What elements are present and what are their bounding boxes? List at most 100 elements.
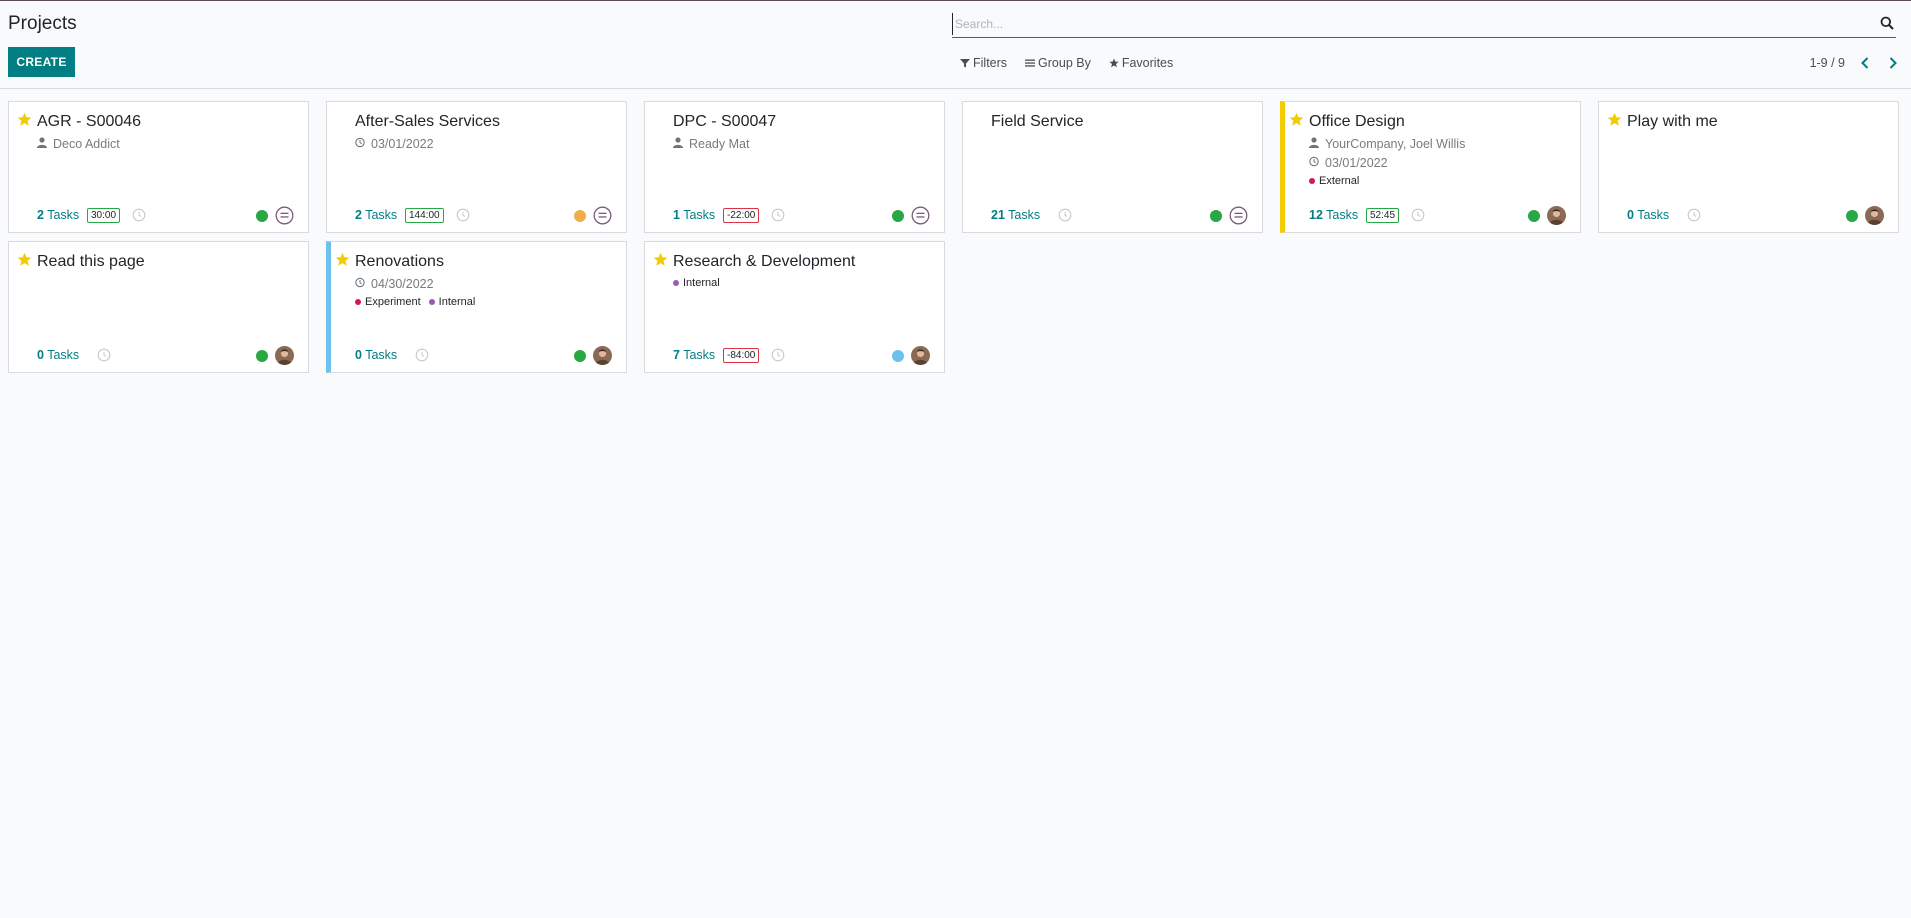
avatar[interactable] [593,346,612,365]
activity-clock-icon[interactable] [456,208,470,222]
planned-hours-badge: 30:00 [87,208,121,223]
tasks-label: Tasks [43,348,80,362]
activity-clock-icon[interactable] [415,348,429,362]
avatar[interactable] [1547,206,1566,225]
activity-clock-icon[interactable] [1411,208,1425,222]
status-indicator[interactable] [574,350,586,362]
project-title[interactable]: AGR - S00046 [37,113,141,131]
tasks-link[interactable]: 0 Tasks [1627,208,1669,222]
clock-icon [355,137,365,151]
search-icon[interactable] [1880,16,1894,30]
favorite-star-icon[interactable] [1289,112,1304,127]
project-card[interactable]: Office Design YourCompany, Joel Willis 03/… [1280,101,1581,233]
card-footer: 0 Tasks [355,345,612,365]
pager-value[interactable]: 1-9 / 9 [1810,56,1845,70]
search-input[interactable] [952,13,1862,35]
tasks-link[interactable]: 12 Tasks [1309,208,1358,222]
project-card[interactable]: Read this page 0 Tasks [8,241,309,373]
favorites-label: Favorites [1121,56,1174,70]
tasks-label: Tasks [361,348,398,362]
user-icon [37,137,47,151]
status-indicator[interactable] [1528,210,1540,222]
favorite-star-icon[interactable] [653,252,668,267]
activity-clock-icon[interactable] [97,348,111,362]
date-value: 03/01/2022 [371,137,434,151]
tasks-link[interactable]: 2 Tasks [37,208,79,222]
card-footer: 21 Tasks [991,205,1248,225]
project-card[interactable]: Play with me 0 Tasks [1598,101,1899,233]
project-card[interactable]: After-Sales Services 03/01/2022 2 Tasks 144… [326,101,627,233]
status-indicator[interactable] [892,210,904,222]
tasks-link[interactable]: 21 Tasks [991,208,1040,222]
project-title[interactable]: DPC - S00047 [673,113,776,131]
tag: Internal [428,296,475,308]
project-tags: Internal [673,277,720,289]
chevron-left-icon [1861,57,1869,69]
user-icon [1309,137,1319,151]
project-title[interactable]: Read this page [37,253,145,271]
project-card[interactable]: DPC - S00047 Ready Mat 1 Tasks -22:00 [644,101,945,233]
project-card[interactable]: Renovations 04/30/2022 Experiment Internal 0… [326,241,627,373]
planned-hours-badge: -84:00 [723,348,760,363]
planned-hours-badge: -22:00 [723,208,760,223]
project-tags: External [1309,175,1359,187]
activity-clock-icon[interactable] [132,208,146,222]
activity-clock-icon[interactable] [1687,208,1701,222]
status-indicator[interactable] [256,210,268,222]
card-footer: 0 Tasks [1627,205,1884,225]
avatar[interactable] [275,206,294,225]
project-title[interactable]: After-Sales Services [355,113,500,131]
avatar[interactable] [911,346,930,365]
favorite-star-icon[interactable] [1607,112,1622,127]
project-title[interactable]: Research & Development [673,253,855,271]
project-title[interactable]: Play with me [1627,113,1718,131]
favorites-toggle[interactable]: Favorites [1109,54,1173,72]
favorite-star-icon[interactable] [17,112,32,127]
group-by-toggle[interactable]: Group By [1025,54,1091,72]
avatar[interactable] [1865,206,1884,225]
activity-clock-icon[interactable] [771,348,785,362]
project-card[interactable]: Research & Development Internal 7 Tasks -84… [644,241,945,373]
planned-hours-badge: 52:45 [1366,208,1400,223]
filter-icon [960,59,970,68]
status-indicator[interactable] [1846,210,1858,222]
search-options: Filters Group By Favorites [960,54,1173,72]
status-indicator[interactable] [256,350,268,362]
task-count: 1 [673,208,680,222]
tag-color-dot [1309,178,1315,184]
card-footer: 12 Tasks 52:45 [1309,205,1566,225]
status-indicator[interactable] [574,210,586,222]
project-title[interactable]: Field Service [991,113,1083,131]
pager: 1-9 / 9 [1810,53,1901,73]
project-card[interactable]: Field Service 21 Tasks [962,101,1263,233]
tasks-link[interactable]: 0 Tasks [355,348,397,362]
control-panel: Projects CREATE Filters Group By Favorit… [0,1,1911,89]
project-card[interactable]: AGR - S00046 Deco Addict 2 Tasks 30:00 [8,101,309,233]
card-footer: 2 Tasks 144:00 [355,205,612,225]
tasks-link[interactable]: 1 Tasks [673,208,715,222]
filters-toggle[interactable]: Filters [960,54,1007,72]
avatar[interactable] [593,206,612,225]
project-title[interactable]: Office Design [1309,113,1405,131]
star-icon [1109,58,1119,68]
favorite-star-icon[interactable] [17,252,32,267]
tasks-label: Tasks [1004,208,1041,222]
tasks-link[interactable]: 7 Tasks [673,348,715,362]
project-title[interactable]: Renovations [355,253,444,271]
tag: External [1309,175,1359,187]
status-indicator[interactable] [1210,210,1222,222]
avatar[interactable] [275,346,294,365]
activity-clock-icon[interactable] [771,208,785,222]
tasks-link[interactable]: 2 Tasks [355,208,397,222]
activity-clock-icon[interactable] [1058,208,1072,222]
favorite-star-icon[interactable] [335,252,350,267]
avatar[interactable] [911,206,930,225]
avatar[interactable] [1229,206,1248,225]
status-indicator[interactable] [892,350,904,362]
pager-previous-button[interactable] [1857,55,1873,71]
tasks-link[interactable]: 0 Tasks [37,348,79,362]
pager-next-button[interactable] [1885,55,1901,71]
clock-icon [355,277,365,291]
create-button[interactable]: CREATE [8,47,75,77]
group-by-label: Group By [1038,56,1091,70]
